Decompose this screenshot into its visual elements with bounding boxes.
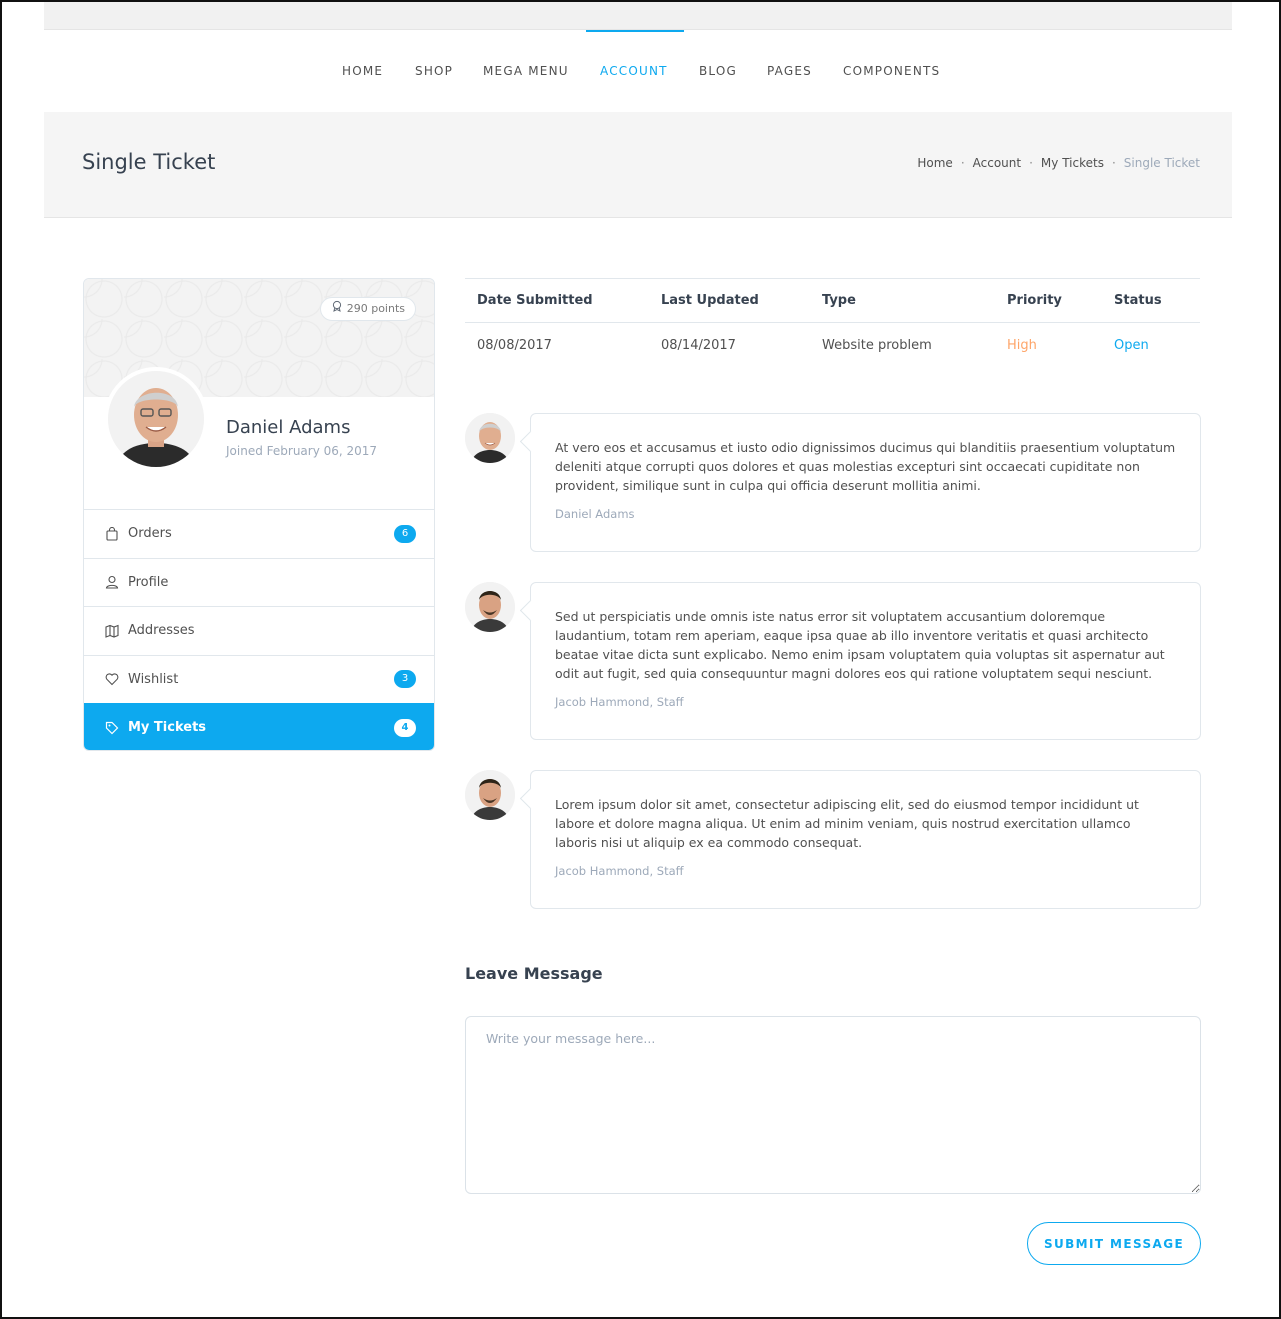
account-menu: Orders 6 Profile Addresses Wishlist 3 My… [84,509,434,750]
breadcrumb: Home · Account · My Tickets · Single Tic… [917,156,1200,170]
comment-avatar [465,413,515,463]
nav-shop[interactable]: SHOP [415,30,453,112]
menu-item-profile[interactable]: Profile [84,557,434,607]
nav-account[interactable]: ACCOUNT [586,30,684,112]
column-header: Priority [1007,293,1062,308]
comment-author: Jacob Hammond, Staff [555,695,684,709]
breadcrumb-account[interactable]: Account [973,156,1021,170]
column-header: Status [1114,293,1162,308]
breadcrumb-separator: · [960,156,965,170]
page-title: Single Ticket [82,150,216,174]
page-title-bar: Single Ticket Home · Account · My Ticket… [44,112,1232,218]
priority-label: High [1007,337,1037,353]
nav-blog[interactable]: BLOG [699,30,737,112]
column-header: Last Updated [661,293,759,308]
menu-item-my-tickets[interactable]: My Tickets 4 [84,703,434,750]
breadcrumb-separator: · [1111,156,1116,170]
main-navigation: HOME SHOP MEGA MENU ACCOUNT BLOG PAGES C… [44,30,1232,112]
comment-author: Daniel Adams [555,507,635,521]
menu-item-label: Orders [128,526,172,542]
map-icon [104,623,120,639]
nav-components[interactable]: COMPONENTS [843,30,940,112]
breadcrumb-separator: · [1029,156,1033,170]
comment-avatar [465,770,515,820]
comment-text: Sed ut perspiciatis unde omnis iste natu… [555,609,1165,681]
menu-item-wishlist[interactable]: Wishlist 3 [84,654,434,704]
award-icon [331,298,343,320]
breadcrumb-my-tickets[interactable]: My Tickets [1041,156,1104,170]
date-submitted: 08/08/2017 [477,337,552,353]
ticket-details-table: Date Submitted Last Updated Type Priorit… [465,278,1200,367]
last-updated: 08/14/2017 [661,337,736,353]
user-icon [104,574,120,590]
comment-text: At vero eos et accusamus et iusto odio d… [555,440,1176,493]
count-badge: 3 [394,670,416,689]
nav-pages[interactable]: PAGES [767,30,812,112]
submit-message-button[interactable]: SUBMIT MESSAGE [1027,1222,1201,1265]
column-header: Type [822,293,856,308]
tag-icon [104,720,120,736]
ticket-type: Website problem [822,337,932,353]
leave-message-title: Leave Message [465,964,603,983]
comment-body: Sed ut perspiciatis unde omnis iste natu… [530,582,1201,740]
nav-mega-menu[interactable]: MEGA MENU [483,30,569,112]
menu-item-label: Wishlist [128,671,179,687]
table-header: Date Submitted Last Updated Type Priorit… [465,279,1200,323]
menu-item-orders[interactable]: Orders 6 [84,509,434,558]
user-joined-date: Joined February 06, 2017 [226,444,378,458]
profile-card: 290 points Daniel Adams Joined February … [83,278,435,751]
bag-icon [104,526,120,542]
comment-body: At vero eos et accusamus et iusto odio d… [530,413,1201,552]
breadcrumb-current: Single Ticket [1123,156,1200,170]
heart-icon [104,671,120,687]
message-textarea[interactable] [465,1016,1201,1194]
comment-author: Jacob Hammond, Staff [555,864,684,878]
table-row: 08/08/2017 08/14/2017 Website problem Hi… [465,323,1200,367]
comment-body: Lorem ipsum dolor sit amet, consectetur … [530,770,1201,909]
menu-item-label: My Tickets [128,720,207,736]
comment-avatar [465,582,515,632]
status-label: Open [1114,337,1149,353]
avatar [104,367,208,471]
count-badge: 4 [394,718,416,737]
menu-item-label: Profile [128,574,169,590]
points-badge: 290 points [319,297,416,321]
user-name: Daniel Adams [226,417,351,438]
breadcrumb-home[interactable]: Home [917,156,952,170]
count-badge: 6 [394,524,416,543]
comment-text: Lorem ipsum dolor sit amet, consectetur … [555,797,1139,850]
top-bar [44,2,1232,30]
menu-item-label: Addresses [128,623,195,639]
column-header: Date Submitted [477,293,593,308]
menu-item-addresses[interactable]: Addresses [84,606,434,655]
nav-home[interactable]: HOME [342,30,383,112]
points-text: 290 points [346,302,405,315]
